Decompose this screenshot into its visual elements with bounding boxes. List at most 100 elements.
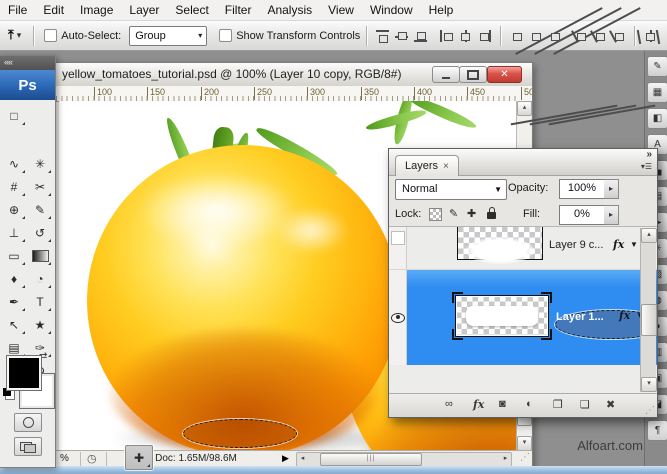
resize-grip-icon[interactable]: ⋰ xyxy=(520,452,530,463)
distribute-horizontal-centers-icon[interactable] xyxy=(591,28,608,44)
fill-value[interactable]: 0% xyxy=(559,205,605,225)
type-tool[interactable]: T xyxy=(27,290,53,313)
layer-comps-panel-icon[interactable]: ◧ xyxy=(647,108,667,129)
minimize-button[interactable] xyxy=(432,66,460,83)
auto-select-checkbox[interactable] xyxy=(44,29,57,42)
lock-transparency-icon[interactable] xyxy=(429,208,442,221)
menu-image[interactable]: Image xyxy=(72,3,121,17)
brush-tool[interactable]: ✎ xyxy=(27,198,53,221)
new-layer-icon[interactable]: ❏ xyxy=(580,398,590,411)
lock-all-icon[interactable] xyxy=(487,212,496,219)
collapse-panel-icon[interactable]: » xyxy=(646,149,651,160)
scroll-down-icon[interactable]: ▾ xyxy=(517,436,532,451)
tool-preset-caret-icon[interactable]: ▾ xyxy=(17,30,22,41)
distribute-right-edges-icon[interactable] xyxy=(610,28,627,44)
menu-analysis[interactable]: Analysis xyxy=(259,3,320,17)
fill-slider-icon[interactable]: ▸ xyxy=(604,205,619,225)
group-dropdown[interactable]: Group ▾ xyxy=(129,26,207,46)
document-title-bar[interactable]: yellow_tomatoes_tutorial.psd @ 100% (Lay… xyxy=(56,63,532,87)
menu-view[interactable]: View xyxy=(320,3,362,17)
show-transform-checkbox[interactable] xyxy=(219,29,232,42)
distribute-bottom-edges-icon[interactable] xyxy=(546,28,563,44)
history-brush-tool[interactable]: ↺ xyxy=(27,221,53,244)
align-left-edges-icon[interactable] xyxy=(438,28,455,44)
clone-stamp-tool[interactable]: ⊥ xyxy=(1,221,27,244)
lock-pixels-icon[interactable]: ✎ xyxy=(449,207,458,220)
menu-select[interactable]: Select xyxy=(167,3,216,17)
panel-menu-icon[interactable]: ▾☰ xyxy=(641,162,652,171)
delete-layer-icon[interactable]: ✖ xyxy=(606,398,615,411)
menu-file[interactable]: File xyxy=(0,3,35,17)
menu-filter[interactable]: Filter xyxy=(217,3,260,17)
panel-resize-grip-icon[interactable]: ⋰ xyxy=(645,405,655,416)
custom-shape-tool[interactable]: ★ xyxy=(27,313,53,336)
layer-thumbnail[interactable] xyxy=(455,295,549,337)
scroll-left-icon[interactable]: ◂ xyxy=(297,453,308,464)
close-button[interactable]: ✕ xyxy=(487,66,522,83)
scroll-up-icon[interactable]: ▴ xyxy=(641,228,657,243)
align-top-edges-icon[interactable] xyxy=(374,28,391,44)
menu-window[interactable]: Window xyxy=(362,3,421,17)
paragraph-panel-icon[interactable]: ¶ xyxy=(647,420,667,441)
visibility-cell[interactable] xyxy=(389,227,407,269)
rectangular-marquee-tool[interactable]: □ xyxy=(1,104,27,127)
collapse-tools-bar[interactable]: «« xyxy=(0,56,55,70)
healing-brush-tool[interactable]: ⊕ xyxy=(1,198,27,221)
horizontal-scroll-thumb[interactable]: ||| xyxy=(320,453,422,466)
path-selection-tool[interactable]: ↖ xyxy=(1,313,27,336)
scroll-down-icon[interactable]: ▾ xyxy=(641,377,657,392)
auto-align-layers-icon[interactable] xyxy=(642,28,659,44)
layers-scrollbar[interactable]: ▴ ▾ xyxy=(640,228,656,392)
layer-row-1-selected[interactable]: Layer 1... fx ▼ xyxy=(389,270,657,365)
scroll-up-icon[interactable]: ▴ xyxy=(517,101,532,116)
eraser-tool[interactable]: ▭ xyxy=(1,244,27,267)
screen-mode-button[interactable] xyxy=(14,437,42,456)
crop-tool[interactable]: # xyxy=(1,175,27,198)
brushes-panel-icon[interactable]: ✎ xyxy=(647,56,667,77)
magic-wand-tool[interactable]: ✳ xyxy=(27,152,53,175)
elliptical-selection[interactable] xyxy=(183,419,297,448)
move-tool[interactable]: ✚ xyxy=(125,445,153,470)
collapse-effects-icon[interactable]: ▼ xyxy=(630,240,638,249)
menu-edit[interactable]: Edit xyxy=(35,3,72,17)
dodge-tool[interactable]: ◔ xyxy=(27,267,53,290)
layers-panel-header[interactable]: Layers × » ▾☰ xyxy=(389,149,657,176)
status-flyout-icon[interactable]: ▶ xyxy=(282,453,289,464)
opacity-slider-icon[interactable]: ▸ xyxy=(604,179,619,199)
layer-row-9[interactable]: Layer 9 c... fx ▼ xyxy=(389,227,657,270)
gradient-tool[interactable] xyxy=(27,244,53,267)
layer-thumbnail[interactable] xyxy=(457,227,543,260)
adjustment-layer-icon[interactable]: ◐ xyxy=(526,398,533,410)
layer-style-icon[interactable]: fx xyxy=(473,398,484,411)
eye-icon[interactable] xyxy=(391,313,405,323)
pen-tool[interactable]: ✒ xyxy=(1,290,27,313)
tab-close-icon[interactable]: × xyxy=(443,161,449,172)
align-vertical-centers-icon[interactable] xyxy=(393,28,410,44)
maximize-button[interactable] xyxy=(459,66,487,83)
distribute-vertical-centers-icon[interactable] xyxy=(527,28,544,44)
opacity-value[interactable]: 100% xyxy=(559,179,605,199)
foreground-color-swatch[interactable] xyxy=(7,356,41,390)
new-group-icon[interactable]: ❐ xyxy=(553,398,563,411)
link-layers-icon[interactable]: ∞ xyxy=(445,398,453,410)
slice-tool[interactable]: ✂ xyxy=(27,175,53,198)
blend-mode-dropdown[interactable]: Normal ▼ xyxy=(395,179,507,200)
blur-tool[interactable]: ♦ xyxy=(1,267,27,290)
quick-mask-button[interactable] xyxy=(14,413,42,432)
align-horizontal-centers-icon[interactable] xyxy=(457,28,474,44)
lasso-tool[interactable]: ∿ xyxy=(1,152,27,175)
menu-layer[interactable]: Layer xyxy=(121,3,167,17)
tool-presets-panel-icon[interactable]: ▦ xyxy=(647,82,667,103)
distribute-left-edges-icon[interactable] xyxy=(572,28,589,44)
scroll-right-icon[interactable]: ▸ xyxy=(500,453,511,464)
distribute-top-edges-icon[interactable] xyxy=(508,28,525,44)
layer-mask-icon[interactable]: ◙ xyxy=(499,398,506,410)
horizontal-scrollbar[interactable]: ◂ ||| ▸ xyxy=(296,452,512,467)
tab-layers[interactable]: Layers × xyxy=(395,155,459,176)
align-right-edges-icon[interactable] xyxy=(476,28,493,44)
layers-scroll-thumb[interactable] xyxy=(641,304,657,336)
zoom-level-field[interactable]: % xyxy=(60,453,69,464)
visibility-checkbox[interactable] xyxy=(391,231,405,245)
menu-help[interactable]: Help xyxy=(421,3,462,17)
visibility-cell[interactable] xyxy=(389,270,407,365)
